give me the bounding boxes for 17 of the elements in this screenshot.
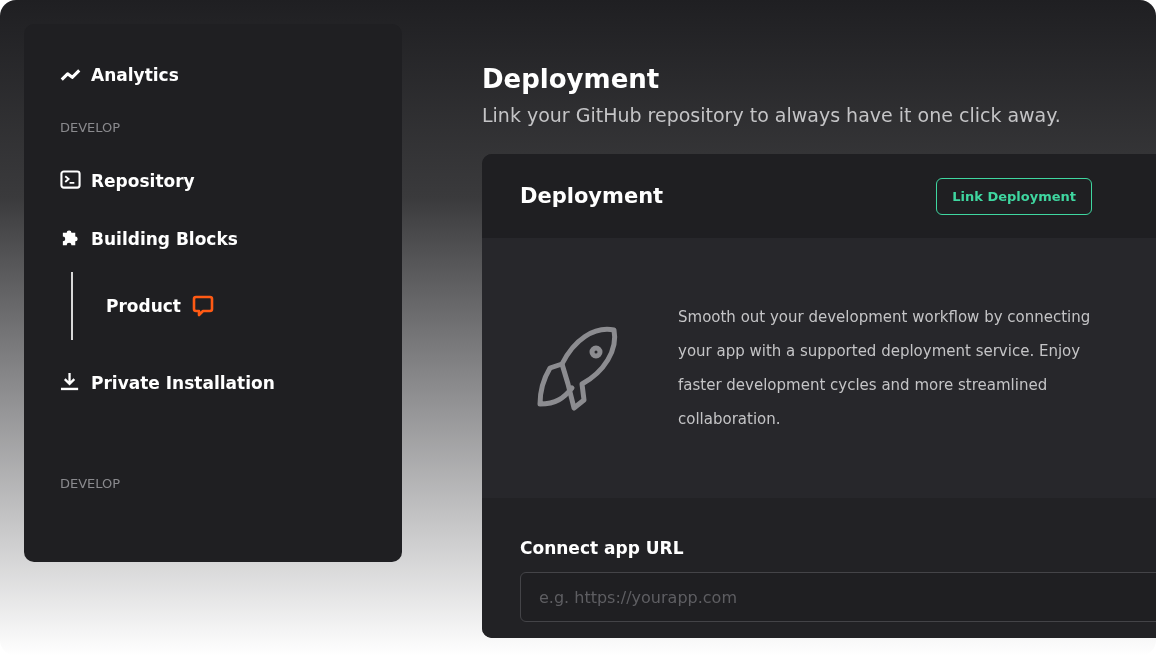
trend-icon [60,67,81,82]
link-deployment-button[interactable]: Link Deployment [936,177,1092,215]
sidebar-item[interactable]: Building Blocks [60,226,366,251]
sidebar-subitem[interactable]: Product [106,296,181,316]
sidebar-item[interactable]: Repository [60,168,366,193]
download-icon [60,372,81,393]
sidebar-item[interactable]: Analytics [60,62,366,87]
url-input-field[interactable]: e.g. https://yourapp.com [520,572,1156,622]
sidebar-item[interactable]: Private Installation [60,370,366,395]
section-label: DEVELOP [60,120,122,135]
field-label: Connect app URL [520,538,685,558]
terminal-icon [60,170,81,191]
card-title: Deployment [520,184,664,208]
page-subtitle: Link your GitHub repository to always have it one click away. [482,104,1062,126]
section-label: DEVELOP [60,476,122,491]
page-title: Deployment [482,64,661,94]
description-text: Smooth out your development workflow by connecting your app with a supported deployment service. Enjoy faster development cycles and more streamlined collaboration. [678,307,1092,430]
